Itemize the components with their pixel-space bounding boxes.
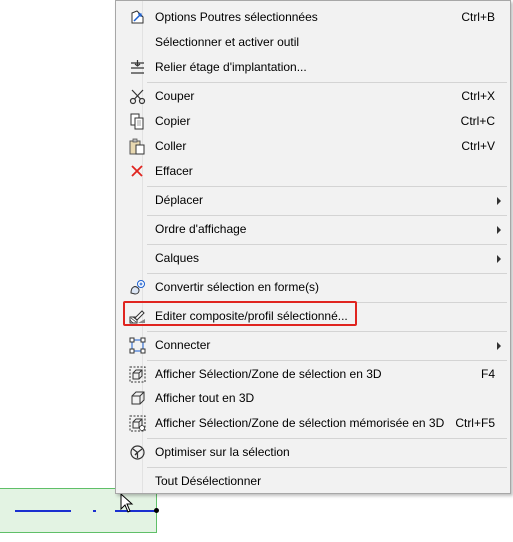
submenu-arrow-icon [497, 197, 501, 205]
menu-item-link-story[interactable]: Relier étage d'implantation... [120, 56, 507, 79]
menu-item-shortcut: Ctrl+B [461, 10, 495, 24]
menu-item-show-all-3d[interactable]: Afficher tout en 3D [120, 387, 507, 410]
menu-item-deselect-all[interactable]: Tout Désélectionner [120, 470, 507, 493]
menu-separator [147, 215, 507, 216]
menu-item-move[interactable]: Déplacer [120, 189, 507, 212]
menu-item-paste[interactable]: Coller Ctrl+V [120, 135, 507, 158]
menu-item-connect[interactable]: Connecter [120, 334, 507, 357]
menu-item-layers[interactable]: Calques [120, 247, 507, 270]
beam-line-segment [15, 510, 71, 512]
menu-separator [147, 331, 507, 332]
menu-item-shortcut: Ctrl+X [461, 89, 495, 103]
zoom-to-selection-icon [130, 445, 145, 460]
beam-line-dot [93, 510, 96, 512]
menu-item-label: Couper [155, 89, 195, 103]
menu-item-cut[interactable]: Couper Ctrl+X [120, 85, 507, 108]
menu-item-label: Connecter [155, 338, 211, 352]
menu-item-shortcut: F4 [480, 367, 495, 381]
menu-item-label: Afficher Sélection/Zone de sélection en … [155, 367, 382, 381]
submenu-arrow-icon [497, 342, 501, 350]
highlight-box [123, 301, 357, 326]
connect-icon [129, 337, 146, 354]
menu-item-zoom-to-selection[interactable]: Optimiser sur la sélection [120, 441, 507, 464]
show-all-3d-icon [131, 391, 145, 405]
menu-item-delete[interactable]: Effacer [120, 160, 507, 183]
menu-item-select-activate-tool[interactable]: Sélectionner et activer outil [120, 31, 507, 54]
menu-item-label: Convertir sélection en forme(s) [155, 280, 320, 294]
menu-item-label: Coller [155, 139, 187, 153]
menu-separator [147, 82, 507, 83]
context-menu: Options Poutres sélectionnées Ctrl+B Sél… [115, 0, 511, 494]
beam-end-node[interactable] [154, 508, 159, 513]
menu-item-label: Ordre d'affichage [155, 222, 247, 236]
beam-settings-icon [131, 10, 144, 24]
menu-separator [147, 244, 507, 245]
menu-separator [147, 360, 507, 361]
menu-item-display-order[interactable]: Ordre d'affichage [120, 218, 507, 241]
convert-shape-icon [130, 280, 145, 295]
menu-separator [147, 186, 507, 187]
scissors-icon [129, 89, 146, 105]
menu-item-show-stored-selection-3d[interactable]: Afficher Sélection/Zone de sélection mém… [120, 412, 507, 435]
show-stored-selection-3d-icon [129, 415, 146, 432]
menu-item-label: Déplacer [155, 193, 204, 207]
submenu-arrow-icon [497, 226, 501, 234]
menu-item-label: Copier [155, 114, 191, 128]
menu-item-label: Sélectionner et activer outil [155, 35, 300, 49]
menu-item-label: Afficher Sélection/Zone de sélection mém… [155, 416, 445, 430]
menu-item-label: Options Poutres sélectionnées [155, 10, 318, 24]
menu-item-shortcut: Ctrl+C [460, 114, 495, 128]
menu-item-beam-settings[interactable]: Options Poutres sélectionnées Ctrl+B [120, 6, 507, 29]
delete-x-icon [131, 165, 143, 177]
submenu-arrow-icon [497, 255, 501, 263]
menu-item-label: Tout Désélectionner [155, 474, 262, 488]
mouse-cursor-icon [120, 493, 134, 513]
menu-item-label: Afficher tout en 3D [155, 391, 255, 405]
show-selection-3d-icon [129, 366, 146, 383]
menu-item-label: Relier étage d'implantation... [155, 60, 307, 74]
link-story-icon [131, 60, 144, 74]
menu-item-shortcut: Ctrl+F5 [455, 416, 495, 430]
menu-item-label: Effacer [155, 164, 193, 178]
copy-icon [130, 113, 144, 130]
menu-separator [147, 438, 507, 439]
menu-separator [147, 273, 507, 274]
paste-icon [129, 138, 145, 155]
menu-separator [147, 467, 507, 468]
menu-item-show-selection-3d[interactable]: Afficher Sélection/Zone de sélection en … [120, 363, 507, 386]
menu-item-label: Optimiser sur la sélection [155, 445, 290, 459]
menu-item-convert-to-shape[interactable]: Convertir sélection en forme(s) [120, 276, 507, 299]
menu-item-label: Calques [155, 251, 200, 265]
menu-item-copy[interactable]: Copier Ctrl+C [120, 110, 507, 133]
menu-item-shortcut: Ctrl+V [461, 139, 495, 153]
